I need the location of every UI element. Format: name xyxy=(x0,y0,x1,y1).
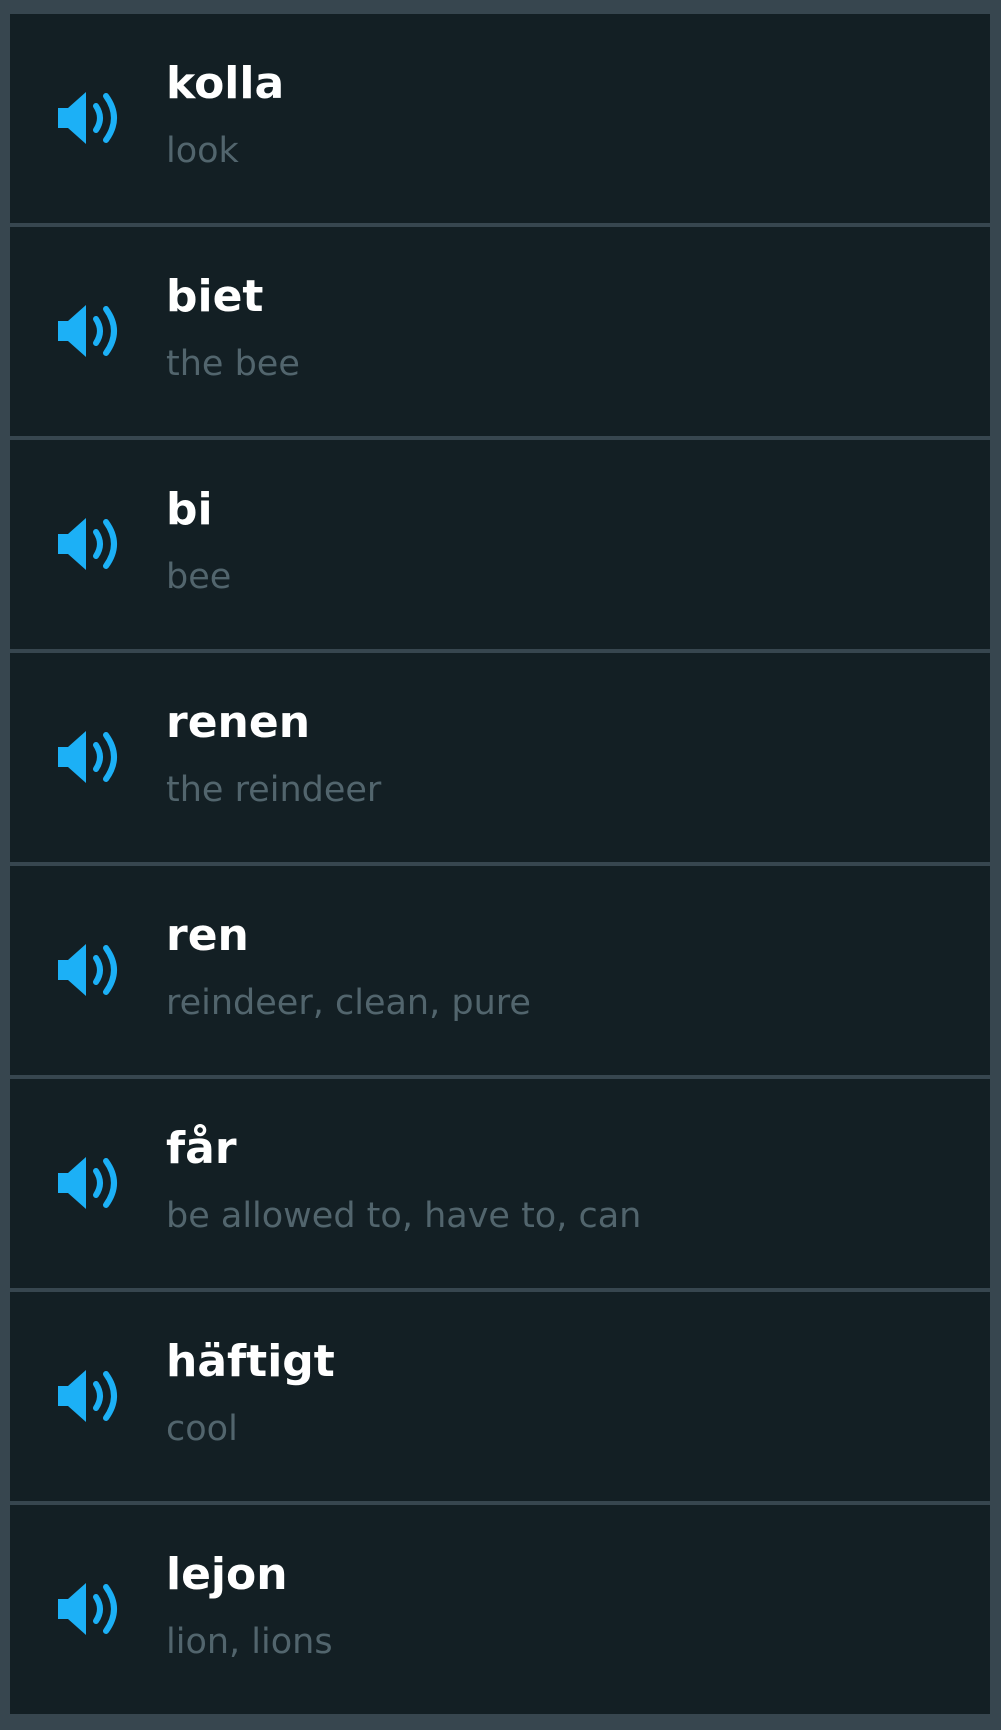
word-row: ren reindeer, clean, pure xyxy=(10,866,990,1075)
speaker-icon[interactable] xyxy=(50,1577,130,1641)
word-text: kolla xyxy=(166,58,285,109)
speaker-icon[interactable] xyxy=(50,1151,130,1215)
word-text: bi xyxy=(166,484,213,535)
word-row: får be allowed to, have to, can xyxy=(10,1079,990,1288)
speaker-icon[interactable] xyxy=(50,299,130,363)
word-meaning: lion, lions xyxy=(166,1622,333,1662)
speaker-icon[interactable] xyxy=(50,1364,130,1428)
word-text: ren xyxy=(166,910,249,961)
speaker-icon[interactable] xyxy=(50,938,130,1002)
word-meaning: cool xyxy=(166,1409,238,1449)
speaker-icon[interactable] xyxy=(50,86,130,150)
word-row: häftigt cool xyxy=(10,1292,990,1501)
word-row: kolla look xyxy=(10,14,990,223)
word-text: biet xyxy=(166,271,264,322)
word-text: häftigt xyxy=(166,1336,335,1387)
word-row: lejon lion, lions xyxy=(10,1505,990,1714)
speaker-icon[interactable] xyxy=(50,512,130,576)
word-row: bi bee xyxy=(10,440,990,649)
word-text: renen xyxy=(166,697,311,748)
word-text: får xyxy=(166,1123,237,1174)
word-row: renen the reindeer xyxy=(10,653,990,862)
word-text: lejon xyxy=(166,1549,288,1600)
word-meaning: the reindeer xyxy=(166,770,382,810)
word-list: kolla look biet the bee bi bee renen the… xyxy=(10,14,990,1718)
word-meaning: reindeer, clean, pure xyxy=(166,983,531,1023)
word-meaning: the bee xyxy=(166,344,300,384)
word-meaning: bee xyxy=(166,557,232,597)
word-meaning: look xyxy=(166,131,239,171)
word-meaning: be allowed to, have to, can xyxy=(166,1196,642,1236)
word-row: biet the bee xyxy=(10,227,990,436)
speaker-icon[interactable] xyxy=(50,725,130,789)
